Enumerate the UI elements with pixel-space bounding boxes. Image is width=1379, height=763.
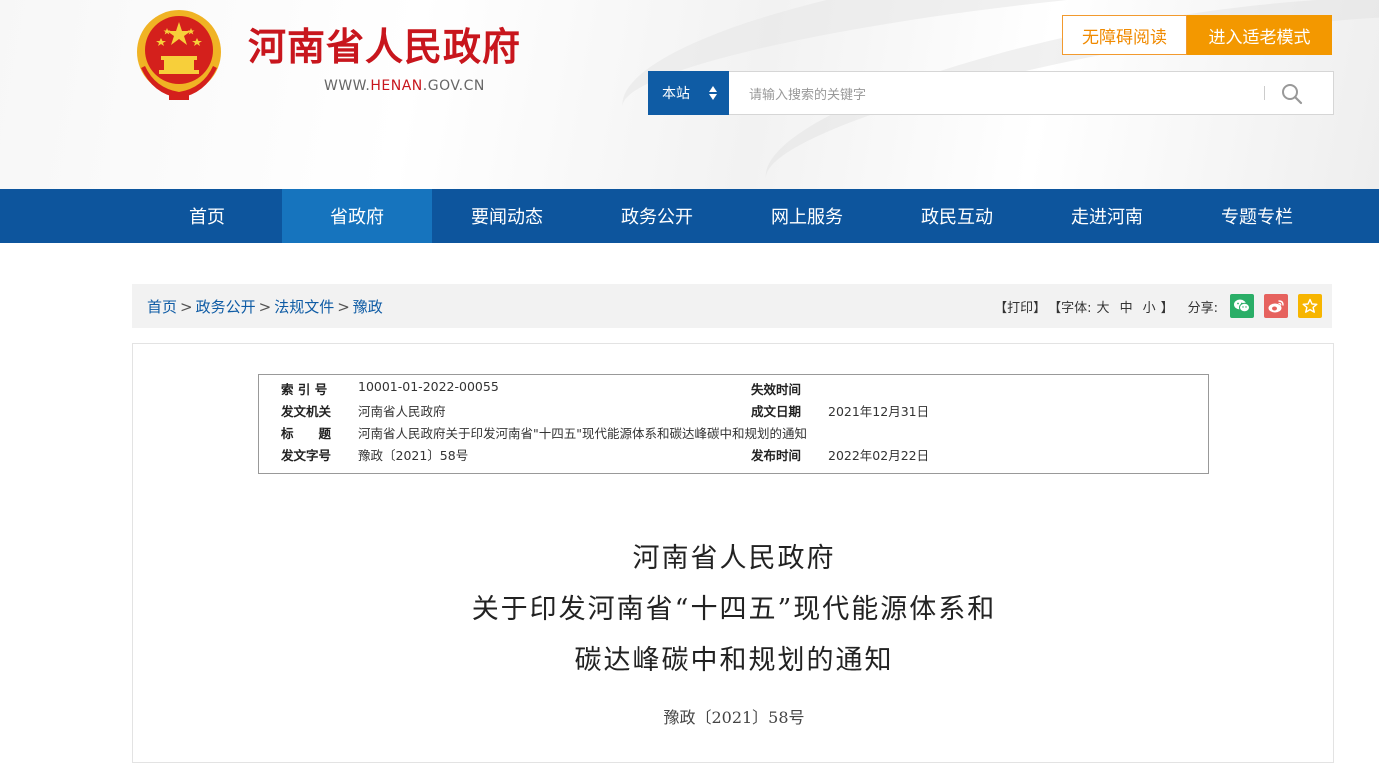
breadcrumb-separator: > <box>180 298 193 316</box>
search-bar: 本站 请输入搜索的关键字 <box>648 71 1334 115</box>
index-number-value: 10001-01-2022-00055 <box>358 379 499 394</box>
title-label: 标 题 <box>281 426 332 441</box>
site-header: 河南省人民政府 WWW.HENAN.GOV.CN 无障碍阅读 进入适老模式 本站… <box>0 0 1379 189</box>
search-scope-label: 本站 <box>662 86 690 102</box>
sort-arrows-icon <box>709 86 717 100</box>
publish-date-value: 2022年02月22日 <box>828 448 930 463</box>
site-url: WWW.HENAN.GOV.CN <box>324 78 485 94</box>
font-medium-button[interactable]: 中 <box>1120 297 1133 316</box>
nav-item-online-services[interactable]: 网上服务 <box>732 189 882 243</box>
url-highlight: HENAN <box>370 78 423 94</box>
breadcrumb: 首页 > 政务公开 > 法规文件 > 豫政 <box>147 296 383 317</box>
search-input[interactable]: 请输入搜索的关键字 <box>749 84 1249 103</box>
breadcrumb-bar: 首页 > 政务公开 > 法规文件 > 豫政 【打印】 【字体: 大 中 小 】 分享: <box>132 284 1332 328</box>
search-divider <box>1264 86 1265 100</box>
page-tools: 【打印】 【字体: 大 中 小 】 分享: <box>994 292 1322 320</box>
nav-item-home[interactable]: 首页 <box>132 189 282 243</box>
favorite-icon[interactable] <box>1298 294 1322 318</box>
written-date-label: 成文日期 <box>751 404 802 419</box>
document-title-line-3: 碳达峰碳中和规划的通知 <box>574 645 894 676</box>
main-nav: 首页 省政府 要闻动态 政务公开 网上服务 政民互动 走进河南 专题专栏 <box>0 189 1379 243</box>
elder-mode-button[interactable]: 进入适老模式 <box>1187 15 1332 55</box>
written-date-value: 2021年12月31日 <box>828 404 930 419</box>
font-small-button[interactable]: 小 <box>1143 297 1156 316</box>
breadcrumb-yuzheng[interactable]: 豫政 <box>353 298 383 316</box>
weibo-icon[interactable] <box>1264 294 1288 318</box>
breadcrumb-separator: > <box>337 298 350 316</box>
nav-item-provincial-government[interactable]: 省政府 <box>282 189 432 243</box>
nav-item-special-topics[interactable]: 专题专栏 <box>1182 189 1332 243</box>
metadata-row: 发文字号 豫政〔2021〕58号 发布时间 2022年02月22日 <box>259 445 1208 467</box>
metadata-row: 索 引 号 10001-01-2022-00055 失效时间 <box>259 379 1208 401</box>
search-icon[interactable] <box>1277 80 1307 108</box>
search-scope-select[interactable]: 本站 <box>648 71 729 115</box>
breadcrumb-regulations[interactable]: 法规文件 <box>274 298 334 316</box>
expiry-date-label: 失效时间 <box>751 382 802 397</box>
breadcrumb-government-affairs[interactable]: 政务公开 <box>196 298 256 316</box>
document-number: 豫政〔2021〕58号 <box>663 708 805 727</box>
issuer-label: 发文机关 <box>281 404 332 419</box>
nav-item-news[interactable]: 要闻动态 <box>432 189 582 243</box>
nav-item-about-henan[interactable]: 走进河南 <box>1032 189 1182 243</box>
metadata-row: 发文机关 河南省人民政府 成文日期 2021年12月31日 <box>259 401 1208 423</box>
title-value: 河南省人民政府关于印发河南省"十四五"现代能源体系和碳达峰碳中和规划的通知 <box>358 426 808 441</box>
national-emblem-logo[interactable] <box>133 8 225 102</box>
site-title[interactable]: 河南省人民政府 <box>248 16 521 71</box>
metadata-row: 标 题 河南省人民政府关于印发河南省"十四五"现代能源体系和碳达峰碳中和规划的通… <box>259 423 1208 445</box>
breadcrumb-home[interactable]: 首页 <box>147 298 177 316</box>
publish-date-label: 发布时间 <box>751 448 802 463</box>
share-label: 分享: <box>1187 300 1218 316</box>
url-prefix: WWW. <box>324 78 371 94</box>
document-number-label: 发文字号 <box>281 448 332 463</box>
wechat-icon[interactable] <box>1230 294 1254 318</box>
breadcrumb-separator: > <box>258 298 272 316</box>
document-metadata-table: 索 引 号 10001-01-2022-00055 失效时间 发文机关 河南省人… <box>258 374 1209 474</box>
document-title-line-2: 关于印发河南省“十四五”现代能源体系和 <box>471 594 997 625</box>
font-size-label: 【字体: <box>1048 300 1092 316</box>
font-size-close: 】 <box>1160 300 1174 316</box>
document-number-value: 豫政〔2021〕58号 <box>358 448 469 463</box>
url-suffix: .GOV.CN <box>422 78 485 94</box>
accessible-reading-button[interactable]: 无障碍阅读 <box>1062 15 1187 55</box>
font-large-button[interactable]: 大 <box>1097 297 1110 316</box>
document-title-line-1: 河南省人民政府 <box>632 543 836 574</box>
nav-item-government-affairs[interactable]: 政务公开 <box>582 189 732 243</box>
index-number-label: 索 引 号 <box>281 382 328 397</box>
print-button[interactable]: 【打印】 <box>994 297 1046 316</box>
article-container: 索 引 号 10001-01-2022-00055 失效时间 发文机关 河南省人… <box>132 343 1334 763</box>
nav-item-interaction[interactable]: 政民互动 <box>882 189 1032 243</box>
issuer-value: 河南省人民政府 <box>358 404 446 419</box>
